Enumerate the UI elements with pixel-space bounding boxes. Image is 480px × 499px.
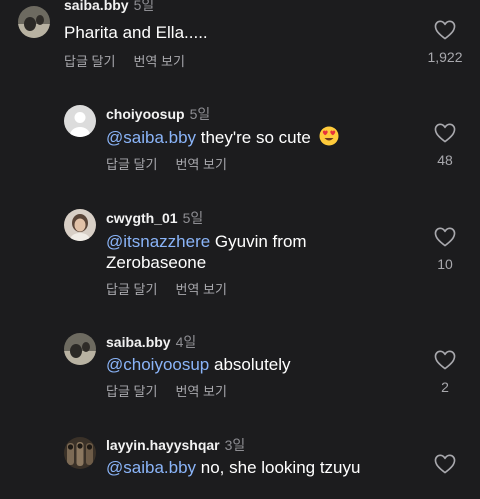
comment-text: @choiyoosup absolutely xyxy=(106,354,291,376)
reply-button[interactable]: 답글 달기 xyxy=(64,54,115,69)
avatar-icon xyxy=(64,333,96,365)
avatar[interactable] xyxy=(18,6,50,38)
timestamp: 3일 xyxy=(224,437,246,453)
username[interactable]: saiba.bby xyxy=(64,0,129,13)
avatar[interactable] xyxy=(64,437,96,469)
mention-link[interactable]: @itsnazzhere xyxy=(106,232,210,251)
translate-button[interactable]: 번역 보기 xyxy=(175,157,226,172)
like-count: 1,922 xyxy=(427,49,463,65)
reply-button[interactable]: 답글 달기 xyxy=(106,384,157,399)
avatar-icon xyxy=(64,437,96,469)
heart-icon[interactable] xyxy=(434,350,456,370)
comment-header: layyin.hayyshqar 3일 xyxy=(106,437,245,453)
translate-button[interactable]: 번역 보기 xyxy=(175,384,226,399)
heart-icon[interactable] xyxy=(434,123,456,143)
like-area: 1,922 xyxy=(415,20,475,65)
comment-header: saiba.bby 5일 xyxy=(64,0,154,13)
reply-button[interactable]: 답글 달기 xyxy=(106,157,157,172)
avatar-icon xyxy=(18,6,50,38)
comment-body-continued: Zerobaseone xyxy=(106,253,207,272)
comment-text: @itsnazzhere Gyuvin from xyxy=(106,231,307,253)
heart-eyes-emoji xyxy=(319,126,339,146)
reply-button[interactable]: 답글 달기 xyxy=(106,282,157,297)
like-area: 2 xyxy=(415,350,475,395)
avatar-icon xyxy=(64,209,96,241)
mention-link[interactable]: @saiba.bby xyxy=(106,458,196,477)
comment-body: absolutely xyxy=(209,355,291,374)
timestamp: 5일 xyxy=(182,210,204,226)
comment-header: cwygth_01 5일 xyxy=(106,210,203,226)
mention-link[interactable]: @saiba.bby xyxy=(106,128,196,147)
like-count: 2 xyxy=(441,379,449,395)
comment-actions: 답글 달기 번역 보기 xyxy=(64,54,185,70)
comment-header: saiba.bby 4일 xyxy=(106,334,196,350)
comment-actions: 답글 달기 번역 보기 xyxy=(106,282,227,298)
comment-text: @saiba.bby no, she looking tzuyu xyxy=(106,457,360,479)
heart-icon[interactable] xyxy=(434,454,456,474)
comment-body: Gyuvin from xyxy=(210,232,307,251)
comment-body: they're so cute xyxy=(196,128,311,147)
username[interactable]: layyin.hayyshqar xyxy=(106,437,220,453)
comment-text: @saiba.bby they're so cute xyxy=(106,126,339,149)
translate-button[interactable]: 번역 보기 xyxy=(175,282,226,297)
username[interactable]: saiba.bby xyxy=(106,334,171,350)
like-count: 48 xyxy=(437,152,453,168)
username[interactable]: choiyoosup xyxy=(106,106,185,122)
avatar[interactable] xyxy=(64,105,96,137)
default-avatar-icon xyxy=(64,105,96,137)
comment-body: no, she looking tzuyu xyxy=(196,458,361,477)
avatar[interactable] xyxy=(64,209,96,241)
like-area: 10 xyxy=(415,227,475,272)
comment-header: choiyoosup 5일 xyxy=(106,106,210,122)
timestamp: 4일 xyxy=(175,334,197,350)
translate-button[interactable]: 번역 보기 xyxy=(133,54,184,69)
mention-link[interactable]: @choiyoosup xyxy=(106,355,209,374)
heart-icon[interactable] xyxy=(434,227,456,247)
timestamp: 5일 xyxy=(189,106,211,122)
comment-text-line-2: Zerobaseone xyxy=(106,252,206,274)
like-area: 48 xyxy=(415,123,475,168)
comment-actions: 답글 달기 번역 보기 xyxy=(106,384,227,400)
heart-icon[interactable] xyxy=(434,20,456,40)
avatar[interactable] xyxy=(64,333,96,365)
username[interactable]: cwygth_01 xyxy=(106,210,178,226)
timestamp: 5일 xyxy=(133,0,155,13)
like-count: 10 xyxy=(437,256,453,272)
comment-text: Pharita and Ella..... xyxy=(64,22,208,44)
comment-body: Pharita and Ella..... xyxy=(64,23,208,42)
comment-actions: 답글 달기 번역 보기 xyxy=(106,157,227,173)
like-area xyxy=(415,454,475,474)
